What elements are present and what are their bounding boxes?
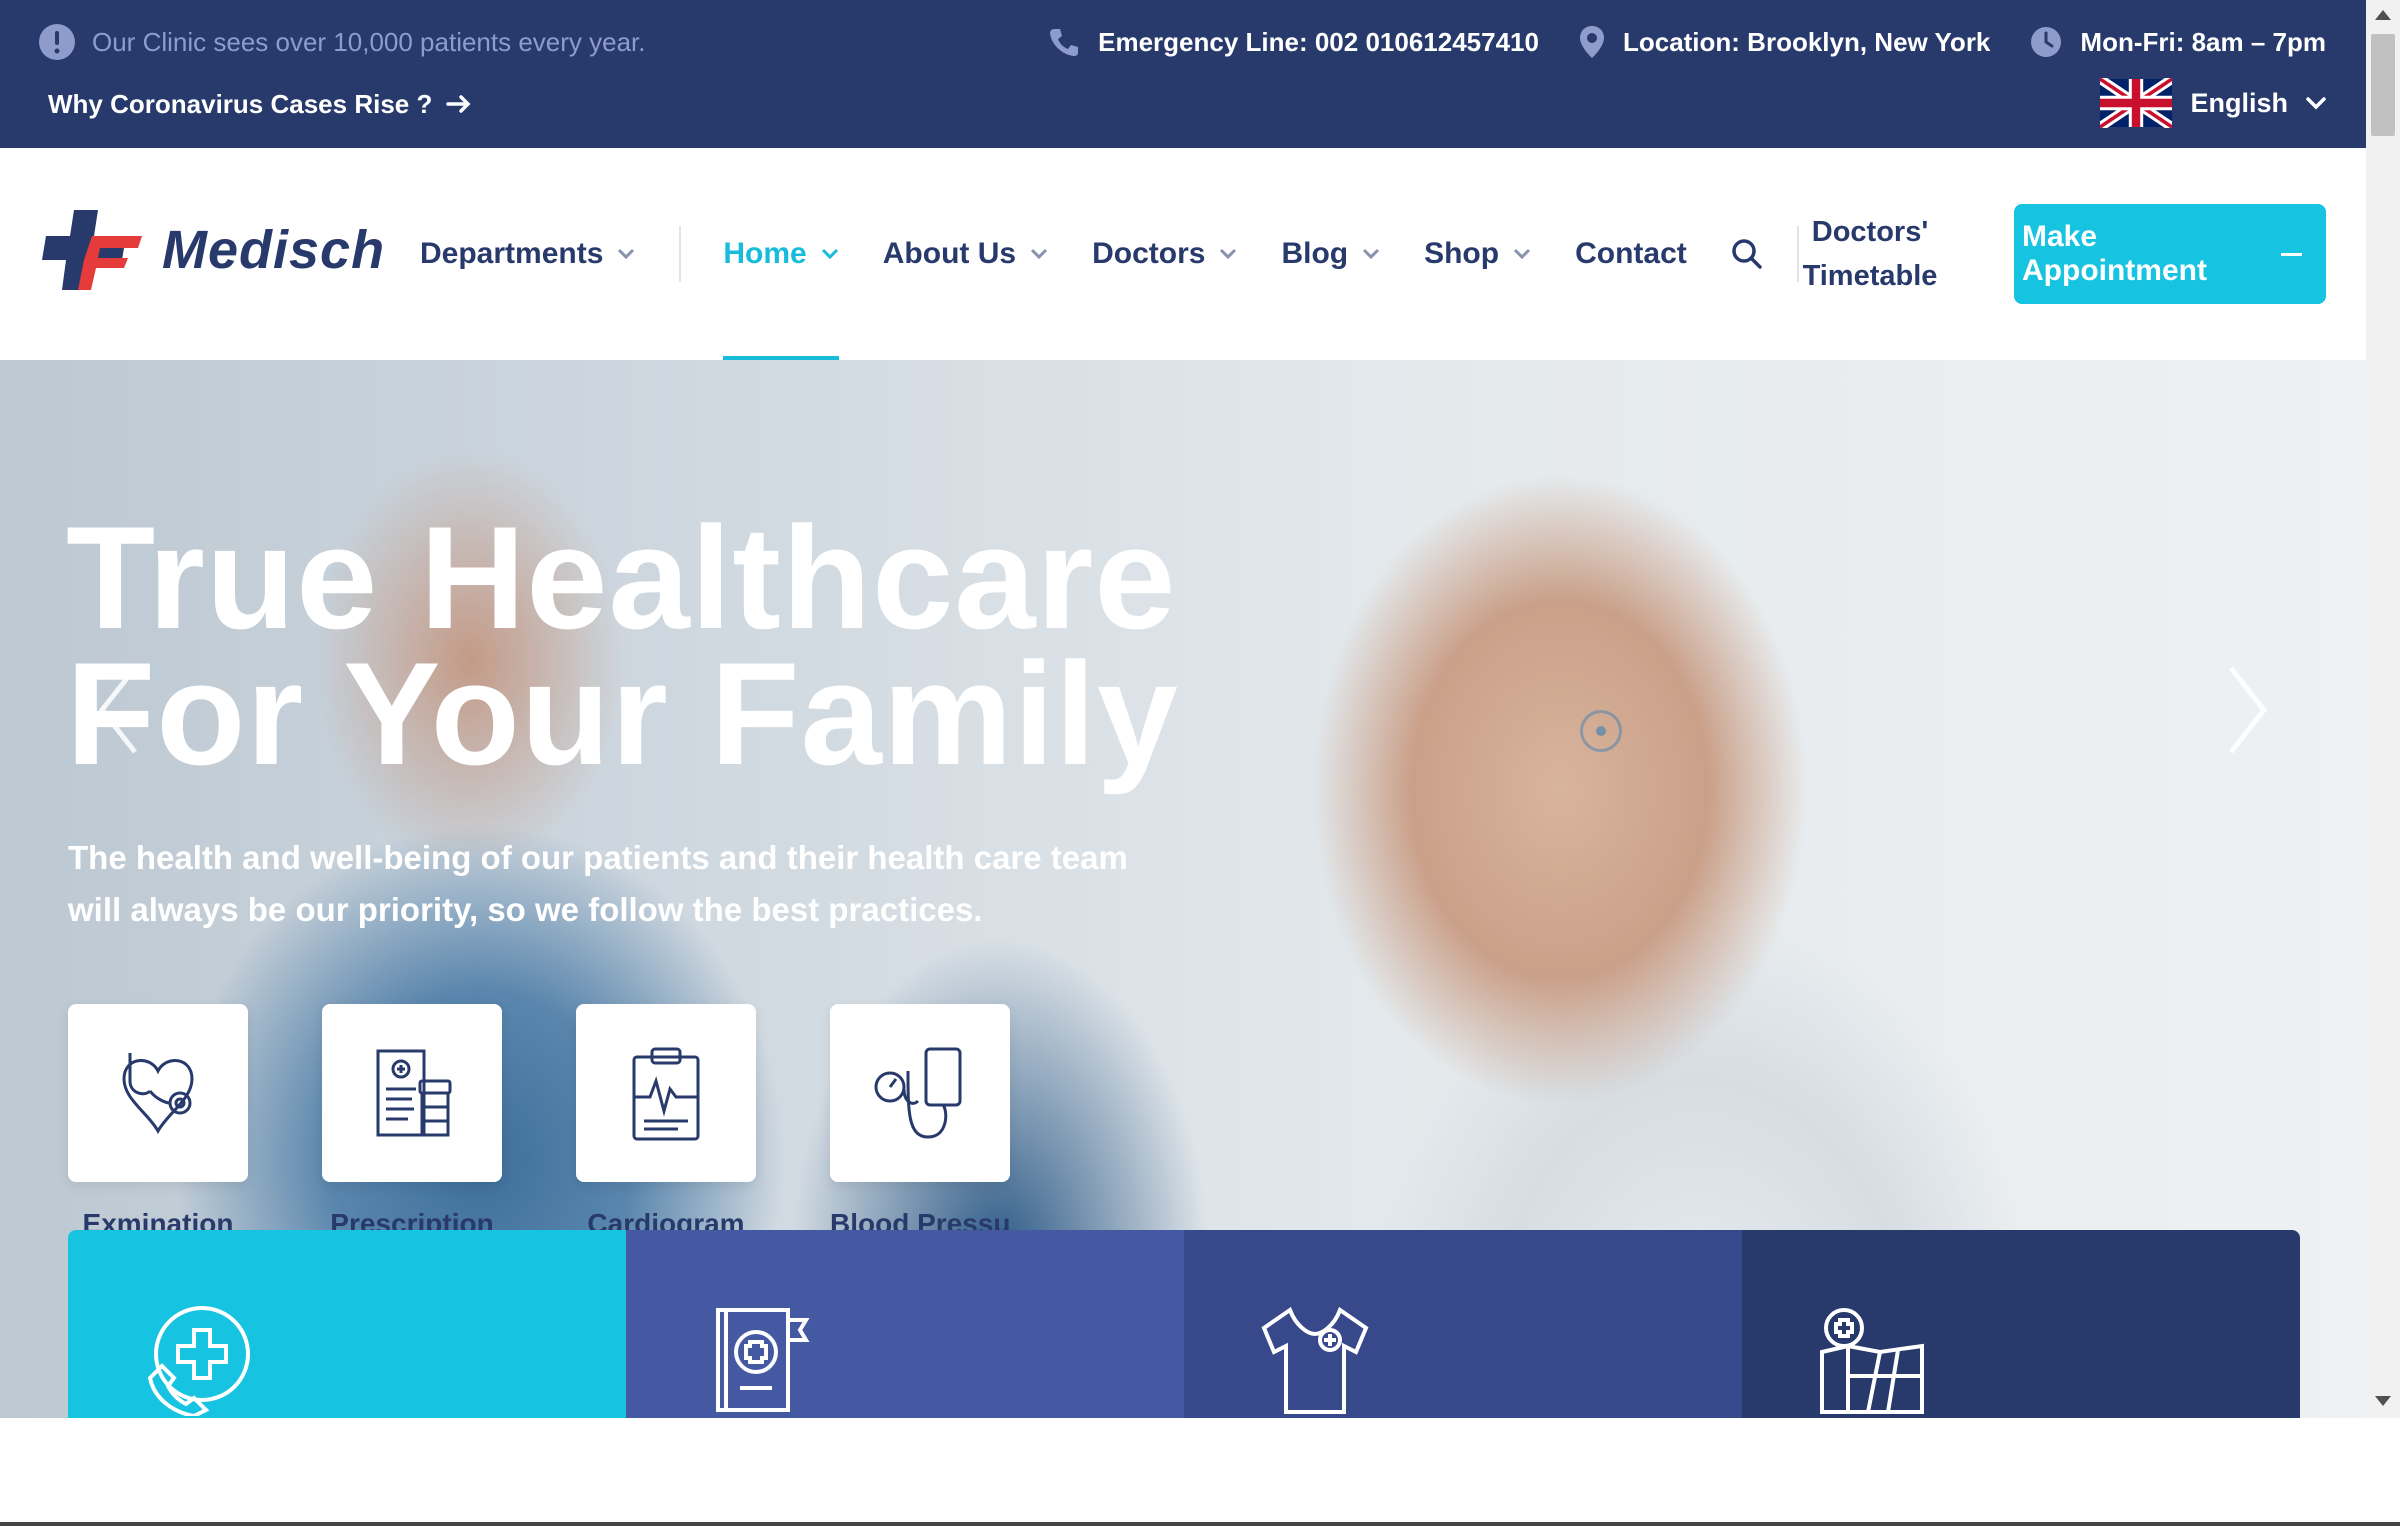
vertical-scrollbar[interactable] (2366, 0, 2400, 1418)
uk-flag-icon (2100, 78, 2173, 128)
search-button[interactable] (1731, 148, 1763, 360)
hero-title-line2: For Your Family (66, 632, 1179, 795)
phone-medical-icon (147, 1306, 250, 1416)
slider-next-arrow-icon[interactable] (2216, 660, 2276, 760)
nav-shop[interactable]: Shop (1424, 148, 1531, 360)
search-icon (1732, 239, 1762, 269)
clock-icon (2031, 27, 2062, 57)
nav-label[interactable]: Departments (420, 237, 603, 271)
location: Location: Brooklyn, New York (1579, 25, 1990, 59)
prescription-pills-icon (376, 1049, 452, 1137)
appointment-label[interactable]: Make Appointment (2022, 220, 2281, 288)
hours-text: Mon-Fri: 8am – 7pm (2080, 26, 2326, 57)
feature-blood-pressure[interactable]: Blood Pressure (830, 1004, 1010, 1232)
service-cards (68, 1230, 2300, 1418)
medical-cross-logo-icon (42, 210, 142, 290)
alert-icon (39, 24, 75, 60)
nav-divider (679, 226, 682, 282)
chevron-down-icon (1363, 248, 1380, 260)
dash-icon (2280, 252, 2302, 256)
blood-pressure-icon (874, 1047, 962, 1139)
scroll-up-arrow-icon[interactable] (2375, 10, 2391, 20)
browser-viewport: Our Clinic sees over 10,000 patients eve… (0, 0, 2366, 1418)
scrollbar-thumb[interactable] (2371, 34, 2395, 136)
arrow-right-icon (446, 95, 471, 113)
feature-icon-box[interactable] (68, 1004, 248, 1182)
contact-info: Emergency Line: 002 010612457410 Locatio… (1008, 22, 2326, 62)
emergency-line[interactable]: Emergency Line: 002 010612457410 (1048, 26, 1539, 58)
feature-prescription[interactable]: Prescription (322, 1004, 502, 1232)
chevron-down-icon (1514, 248, 1531, 260)
language-label[interactable]: English (2190, 88, 2288, 119)
medical-uniform-icon (1261, 1306, 1369, 1414)
feature-label: Cardiogram (587, 1208, 745, 1232)
feature-icon-box[interactable] (322, 1004, 502, 1182)
nav-label[interactable]: Home (723, 237, 806, 271)
language-selector[interactable]: English (2100, 78, 2326, 128)
window-bottom-edge (0, 1522, 2400, 1526)
hero-subtitle-line1: The health and well-being of our patient… (68, 839, 1128, 876)
hero-subtitle: The health and well-being of our patient… (68, 832, 1168, 936)
site-logo[interactable]: Medisch (38, 206, 385, 294)
service-card[interactable] (1742, 1230, 2300, 1418)
location-pin-icon (1579, 26, 1604, 58)
news-link[interactable]: Why Coronavirus Cases Rise ? (48, 84, 472, 124)
service-card[interactable] (1184, 1230, 1742, 1418)
emergency-text: Emergency Line: 002 010612457410 (1098, 26, 1539, 57)
opening-hours: Mon-Fri: 8am – 7pm (2030, 26, 2326, 58)
nav-doctors[interactable]: Doctors (1092, 148, 1237, 360)
feature-label: Prescription (330, 1208, 494, 1232)
hero-slider: True Healthcare For Your Family The heal… (0, 360, 2366, 1418)
feature-list: Exmination Prescription Cardiogram Blood… (68, 1004, 1084, 1232)
news-link-text[interactable]: Why Coronavirus Cases Rise ? (48, 89, 432, 120)
feature-examination[interactable]: Exmination (68, 1004, 248, 1232)
nav-about-us[interactable]: About Us (883, 148, 1048, 360)
clinic-notice: Our Clinic sees over 10,000 patients eve… (38, 22, 646, 62)
main-header: Medisch Departments Home About Us Doctor… (0, 148, 2366, 360)
medical-book-icon (716, 1308, 810, 1412)
stethoscope-heart-icon (122, 1053, 194, 1135)
chevron-down-icon (2306, 97, 2326, 110)
hero-subtitle-line2: will always be our priority, so we follo… (68, 891, 983, 928)
logo-text: Medisch (162, 220, 386, 280)
nav-label[interactable]: Shop (1424, 237, 1499, 271)
cardiogram-clipboard-icon (632, 1047, 700, 1141)
nav-contact[interactable]: Contact (1575, 148, 1687, 360)
hero-title: True Healthcare For Your Family (66, 496, 1179, 795)
cursor-ring (1580, 710, 1622, 752)
nav-label[interactable]: Doctors (1092, 237, 1205, 271)
nav-home[interactable]: Home (723, 148, 840, 360)
service-card[interactable] (626, 1230, 1184, 1418)
chevron-down-icon (618, 248, 635, 260)
nav-label[interactable]: Contact (1575, 237, 1687, 271)
top-info-bar: Our Clinic sees over 10,000 patients eve… (0, 0, 2366, 148)
timetable-line1[interactable]: Doctors' (1790, 210, 1950, 254)
medical-map-icon (1820, 1308, 1924, 1414)
feature-icon-box[interactable] (576, 1004, 756, 1182)
location-text: Location: Brooklyn, New York (1622, 26, 1991, 57)
notice-text: Our Clinic sees over 10,000 patients eve… (92, 26, 646, 57)
phone-icon (1050, 29, 1079, 56)
feature-label: Blood Pressure (830, 1208, 1010, 1232)
slider-prev-arrow-icon[interactable] (90, 660, 150, 760)
nav-blog[interactable]: Blog (1281, 148, 1380, 360)
nav-label[interactable]: Blog (1281, 237, 1348, 271)
main-navigation: Departments Home About Us Doctors Blog S… (420, 148, 1841, 360)
hero-title-line1: True Healthcare (66, 496, 1177, 659)
chevron-down-icon (821, 248, 838, 260)
make-appointment-button[interactable]: Make Appointment (2014, 204, 2326, 304)
feature-cardiogram[interactable]: Cardiogram (576, 1004, 756, 1232)
timetable-line2[interactable]: Timetable (1790, 254, 1950, 298)
service-card[interactable] (68, 1230, 626, 1418)
scroll-down-arrow-icon[interactable] (2375, 1396, 2391, 1406)
doctors-timetable-link[interactable]: Doctors' Timetable (1790, 210, 1950, 298)
chevron-down-icon (1220, 248, 1237, 260)
feature-icon-box[interactable] (830, 1004, 1010, 1182)
chevron-down-icon (1031, 248, 1048, 260)
nav-departments[interactable]: Departments (420, 148, 635, 360)
nav-label[interactable]: About Us (883, 237, 1016, 271)
feature-label: Exmination (82, 1208, 234, 1232)
